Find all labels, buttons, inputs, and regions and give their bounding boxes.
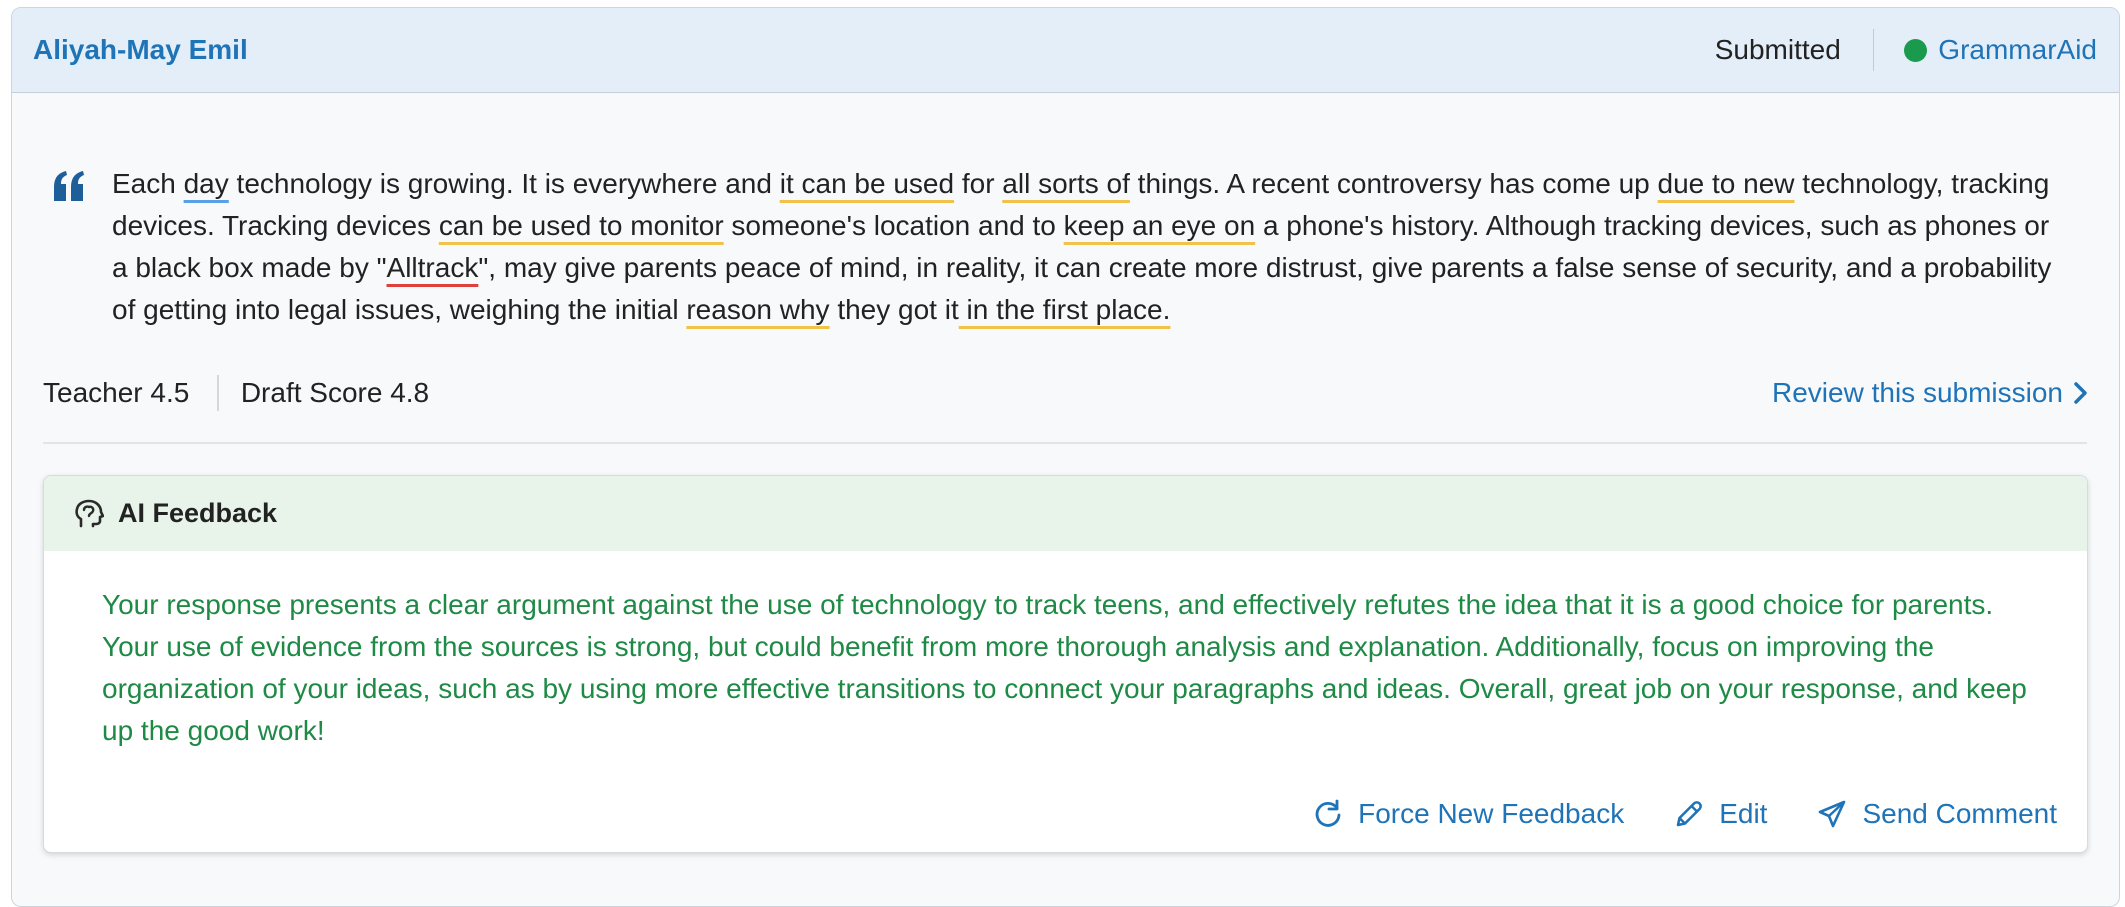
submission-card: Aliyah-May Emil Submitted GrammarAid Eac… [11,7,2120,907]
essay-segment: things. A recent controversy has come up [1129,168,1658,199]
refresh-icon [1315,799,1341,827]
card-header: Aliyah-May Emil Submitted GrammarAid [12,8,2119,93]
edit-button[interactable]: Edit [1674,798,1767,830]
header-status-group: Submitted GrammarAid [1715,29,2097,71]
essay-segment: technology is growing. It is everywhere … [228,168,780,199]
draft-score: Draft Score 4.8 [240,377,430,408]
essay-text: Each day technology is growing. It is ev… [112,163,2072,331]
flagged-phrase[interactable]: day [184,168,229,199]
essay-segment: someone's location and to [723,210,1064,241]
student-name-link[interactable]: Aliyah-May Emil [33,34,248,66]
essay-segment: Each [112,168,184,199]
ai-feedback-title: AI Feedback [118,498,278,528]
flagged-phrase[interactable]: in the first place. [959,294,1171,325]
review-submission-label: Review this submission [1772,377,2063,408]
essay-excerpt: Each day technology is growing. It is ev… [12,93,2119,331]
force-new-feedback-button[interactable]: Force New Feedback [1313,798,1624,830]
flagged-phrase[interactable]: Alltrack [387,252,479,283]
ai-feedback-actions: Force New Feedback Edit Send Comment [1263,798,2057,830]
edit-label: Edit [1719,798,1768,829]
flagged-phrase[interactable]: due to new [1658,168,1795,199]
scores-row: Teacher 4.5 Draft Score 4.8 Review this … [43,363,2087,423]
ai-feedback-text: Your response presents a clear argument … [102,589,2027,746]
flagged-phrase[interactable]: keep an eye on [1064,210,1256,241]
force-new-feedback-label: Force New Feedback [1358,798,1625,829]
ai-feedback-panel: AI Feedback Your response presents a cle… [43,475,2088,853]
send-comment-label: Send Comment [1862,798,2057,829]
essay-segment: for [954,168,1003,199]
pencil-icon [1676,801,1703,827]
flagged-phrase[interactable]: can be used to monitor [439,210,724,241]
scores-group: Teacher 4.5 Draft Score 4.8 [43,375,429,411]
quote-icon [54,171,84,201]
review-submission-link[interactable]: Review this submission [1772,377,2087,409]
submission-status: Submitted [1714,34,1841,65]
status-dot-icon [1904,38,1928,62]
flagged-phrase[interactable]: reason why [686,294,829,325]
brain-icon [75,499,104,527]
grammar-tool-link[interactable]: GrammarAid [1874,34,2097,66]
grammar-tool-label: GrammarAid [1938,34,2097,65]
flagged-phrase[interactable]: it can be used [780,168,954,199]
chevron-right-icon [2074,382,2087,404]
section-divider [43,442,2087,444]
essay-segment: they got it [829,294,959,325]
teacher-score: Teacher 4.5 [43,377,190,408]
paper-plane-icon [1819,800,1846,828]
flagged-phrase[interactable]: all sorts of [1002,168,1130,199]
ai-feedback-header: AI Feedback [44,476,2087,551]
send-comment-button[interactable]: Send Comment [1817,798,2057,830]
